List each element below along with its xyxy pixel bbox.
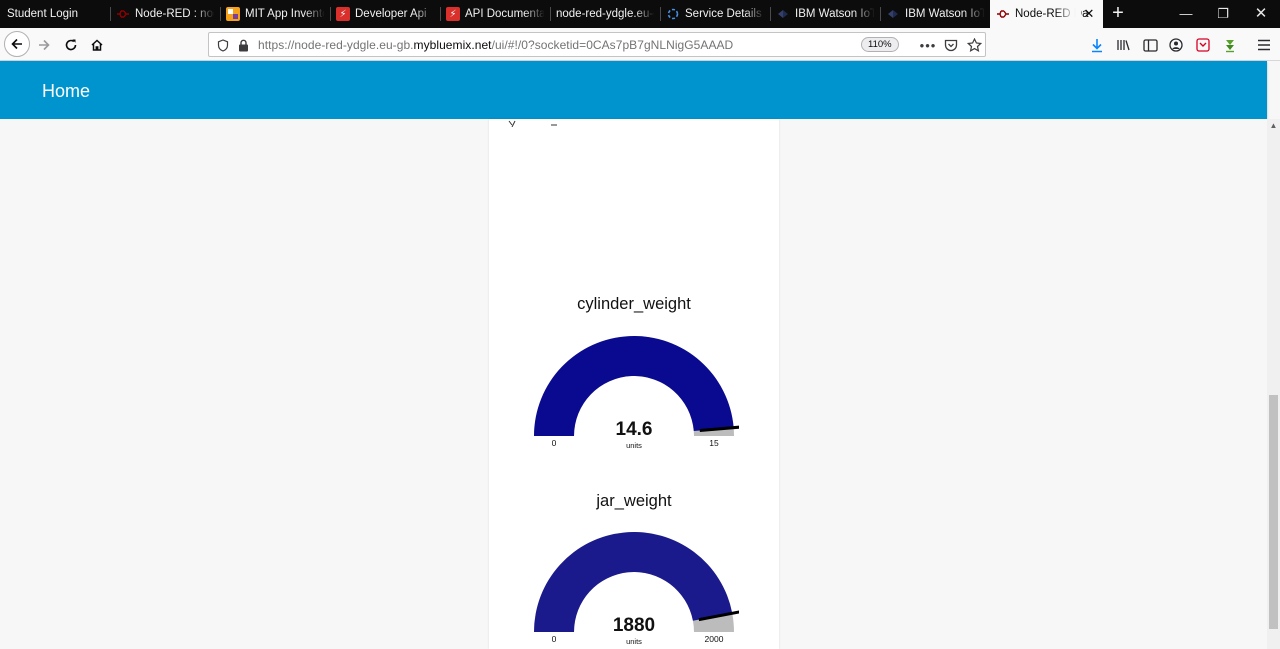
sidebar-icon[interactable] (1138, 33, 1162, 57)
browser-tab-label: API Documentati (465, 8, 544, 20)
gauge-value: 14.6 (616, 419, 653, 440)
browser-tab-label: Node-RED Da (1015, 8, 1089, 20)
page-actions-icon[interactable]: ••• (918, 35, 938, 55)
node-red-icon (996, 7, 1010, 21)
downloads-icon[interactable] (1085, 33, 1109, 57)
scrollbar-thumb[interactable] (1269, 395, 1278, 629)
library-icon[interactable] (1111, 33, 1135, 57)
watson-icon (776, 7, 790, 21)
forward-button[interactable] (30, 31, 58, 59)
new-tab-button[interactable]: + (1103, 0, 1133, 28)
browser-tab[interactable]: Node-RED : node (110, 0, 220, 28)
close-tab-icon[interactable]: ✕ (1081, 6, 1097, 22)
browser-tab[interactable]: ⚡ Developer Api (330, 0, 440, 28)
extension-download-icon[interactable] (1218, 33, 1242, 57)
address-bar[interactable]: https://node-red-ydgle.eu-gb.mybluemix.n… (208, 32, 986, 57)
url-prefix: https://node-red-ydgle.eu-gb. (258, 38, 414, 52)
browser-tab[interactable]: IBM Watson IoT P (770, 0, 880, 28)
restore-window-icon[interactable]: ❐ (1205, 0, 1241, 28)
loading-icon (666, 7, 680, 21)
hamburger-menu-icon[interactable] (1252, 33, 1276, 57)
close-window-icon[interactable]: ✕ (1243, 0, 1279, 28)
browser-tab-label: MIT App Inventor (245, 8, 324, 20)
minimize-icon[interactable]: — (1168, 0, 1204, 28)
browser-tab[interactable]: Service Details (660, 0, 770, 28)
url-domain: mybluemix.net (413, 38, 492, 52)
gauge-cylinder-weight: 14.6units 0 15 (534, 336, 739, 449)
url-text[interactable]: https://node-red-ydgle.eu-gb.mybluemix.n… (258, 38, 733, 52)
gauge-max-label: 2000 (705, 634, 724, 644)
browser-tab[interactable]: node-red-ydgle.eu-g (550, 0, 660, 28)
gauge-title-jar-weight: jar_weight (596, 492, 672, 510)
browser-tab[interactable]: IBM Watson IoT P (880, 0, 990, 28)
reload-icon (65, 39, 77, 51)
gauge-title-cylinder-weight: cylinder_weight (577, 295, 691, 313)
browser-tab-label: node-red-ydgle.eu-g (556, 8, 654, 20)
bookmark-star-icon[interactable] (964, 35, 984, 55)
node-red-icon (116, 7, 130, 21)
tab-strip: Student Login Node-RED : node MIT App Inve… (0, 0, 1280, 28)
mit-app-inventor-icon (226, 7, 240, 21)
browser-tab-label: Service Details (685, 8, 762, 20)
page-scrollbar[interactable]: ▲ (1267, 119, 1280, 649)
gauge-max-label: 15 (709, 438, 719, 448)
scroll-up-icon[interactable]: ▲ (1269, 121, 1278, 130)
forward-arrow-icon (39, 39, 50, 51)
zoom-level-button[interactable]: 110% (861, 37, 899, 52)
browser-tab[interactable]: Student Login (0, 0, 110, 28)
browser-tab-label: Developer Api (355, 8, 427, 20)
account-icon[interactable] (1164, 33, 1188, 57)
browser-tab-label: Node-RED : node (135, 8, 214, 20)
page-title: Home (42, 81, 91, 101)
navigation-toolbar: https://node-red-ydgle.eu-gb.mybluemix.n… (0, 28, 1280, 61)
dashboard-content: cylinder_weight 14.6 units 0 15 jar_weight … (0, 119, 1267, 649)
reload-button[interactable] (57, 31, 85, 59)
watson-icon (886, 7, 900, 21)
back-button[interactable] (4, 31, 30, 57)
gauge-units: units (626, 441, 642, 449)
browser-tab-label: Student Login (7, 8, 78, 20)
gauge-value: 1880 (613, 615, 655, 636)
tracking-protection-icon[interactable] (213, 35, 233, 55)
pocket-toolbar-icon[interactable] (1191, 33, 1215, 57)
home-icon (91, 39, 103, 51)
gauge-min-label: 0 (552, 634, 557, 644)
gauge-units: units (626, 637, 642, 645)
api-bolt-icon: ⚡ (336, 7, 350, 21)
dashboard-header: Home (0, 61, 1267, 119)
gauge-min-label: 0 (552, 438, 557, 448)
home-button[interactable] (83, 31, 111, 59)
api-bolt-icon: ⚡ (446, 7, 460, 21)
clipped-widget-remnant (508, 120, 557, 127)
back-arrow-icon (11, 38, 22, 50)
url-suffix: /ui/#!/0?socketid=0CAs7pB7gNLNigG5AAAD (491, 38, 734, 52)
browser-tab[interactable]: Node-RED Da ✕ (990, 0, 1103, 28)
browser-tab-label: IBM Watson IoT P (905, 8, 984, 20)
browser-tab[interactable]: MIT App Inventor (220, 0, 330, 28)
gauge-jar-weight: 1880units 0 2000 (534, 531, 739, 645)
lock-icon[interactable] (233, 35, 253, 55)
browser-tab-label: IBM Watson IoT P (795, 8, 874, 20)
widget-group: cylinder_weight 14.6 units 0 15 jar_weight … (489, 119, 779, 649)
browser-tab[interactable]: ⚡ API Documentati (440, 0, 550, 28)
pocket-icon[interactable] (941, 35, 961, 55)
